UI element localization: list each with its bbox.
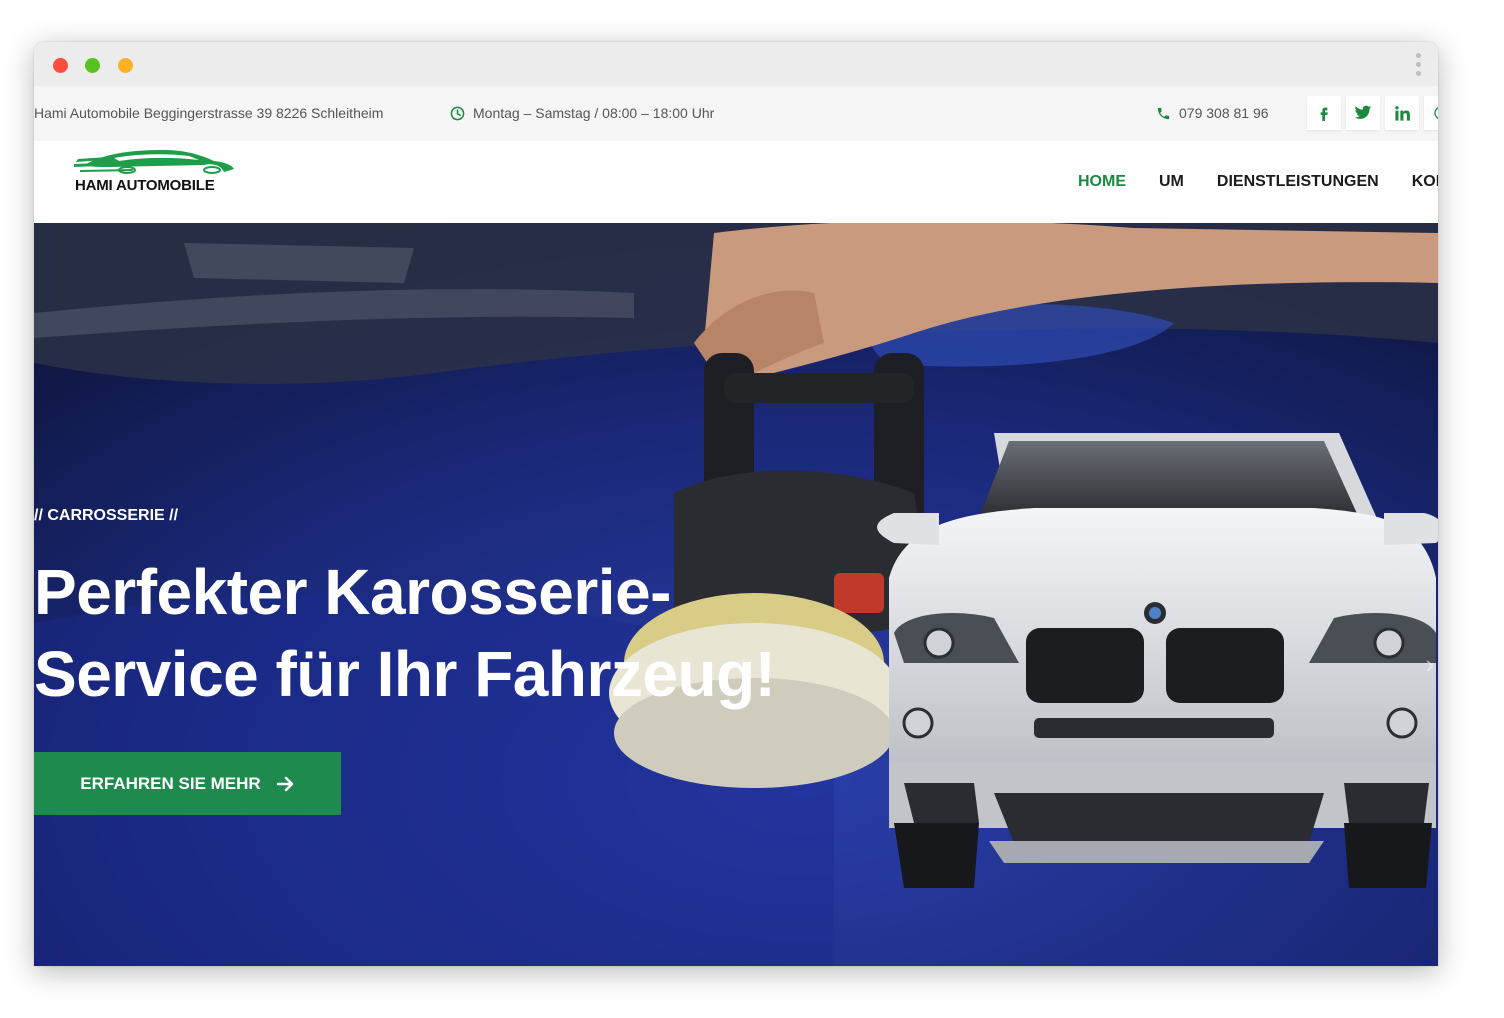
main-navbar: HAMI AUTOMOBILE HOME UM DIENSTLEISTUNGEN… [34,141,1438,223]
linkedin-button[interactable] [1385,96,1419,130]
arrow-right-icon [276,776,293,791]
phone-icon [1157,107,1170,119]
whatsapp-button[interactable] [1424,96,1438,130]
hero-headline-line-2: Service für Ihr Fahrzeug! [34,638,776,710]
twitter-icon [1354,105,1372,119]
nav-item-kontakt[interactable]: KON [1412,173,1438,191]
slider-next-button[interactable]: › [1425,649,1434,680]
hero-eyebrow: // CARROSSERIE // [34,507,179,524]
facebook-button[interactable] [1307,96,1341,130]
hero-slider: ‹ › // CARROSSERIE // Perfekter Karosser… [34,223,1438,966]
hero-headline-line-1: Perfekter Karosserie- [34,556,671,628]
main-nav: HOME UM DIENSTLEISTUNGEN KON [1078,173,1438,191]
opening-hours: Montag – Samstag / 08:00 – 18:00 Uhr [450,105,714,121]
close-window-button[interactable] [53,58,68,73]
top-info-bar: Hami Automobile Beggingerstrasse 39 8226… [34,86,1438,141]
more-menu-icon[interactable] [1416,53,1422,80]
browser-window: Hami Automobile Beggingerstrasse 39 8226… [34,42,1438,966]
whatsapp-icon [1434,107,1438,119]
address-text: Hami Automobile Beggingerstrasse 39 8226… [34,105,384,121]
nav-item-dienstleistungen[interactable]: DIENSTLEISTUNGEN [1217,173,1379,191]
learn-more-label: ERFAHREN SIE MEHR [80,773,261,793]
linkedin-icon [1394,105,1410,121]
title-bar [34,42,1438,86]
brand-name[interactable]: HAMI AUTOMOBILE [75,177,215,194]
facebook-icon [1320,107,1328,121]
opening-hours-text: Montag – Samstag / 08:00 – 18:00 Uhr [473,105,715,121]
minimize-window-button[interactable] [118,58,133,73]
phone-link[interactable]: 079 308 81 96 [1156,105,1269,121]
maximize-window-button[interactable] [85,58,100,73]
nav-item-um[interactable]: UM [1159,173,1184,191]
social-links [1307,96,1438,130]
clock-icon [450,106,465,120]
hero-headline: Perfekter Karosserie- Service für Ihr Fa… [34,551,776,715]
nav-item-home[interactable]: HOME [1078,173,1126,191]
learn-more-button[interactable]: ERFAHREN SIE MEHR [34,752,341,815]
phone-number: 079 308 81 96 [1179,105,1269,121]
twitter-button[interactable] [1346,96,1380,130]
